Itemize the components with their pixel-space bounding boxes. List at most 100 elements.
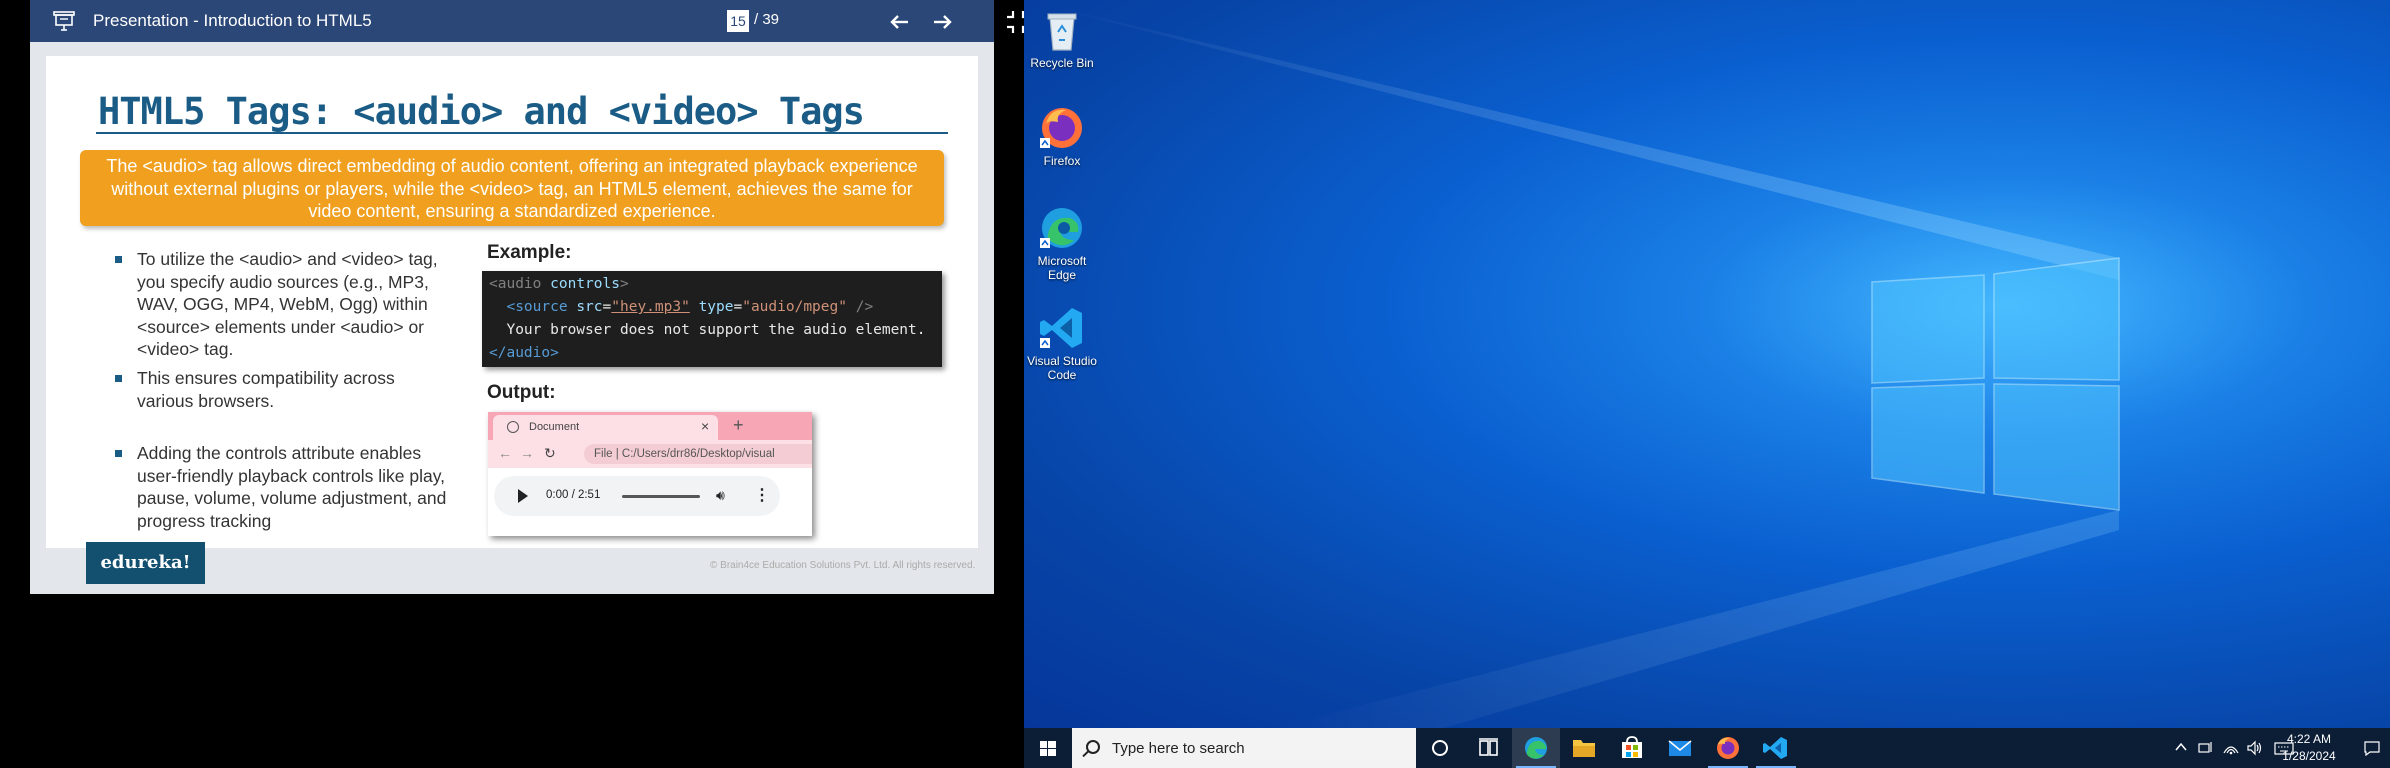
wifi-icon[interactable] [2222, 740, 2240, 759]
slide-title: HTML5 Tags: <audio> and <video> Tags [98, 90, 865, 133]
taskbar-search-input[interactable]: Type here to search [1072, 728, 1416, 768]
search-icon [1086, 740, 1100, 754]
cortana-button[interactable] [1416, 728, 1464, 768]
prev-slide-button[interactable] [886, 8, 914, 36]
volume-icon: 🔊︎ [716, 487, 725, 503]
globe-icon [507, 421, 519, 433]
bullet-square-icon [115, 375, 122, 382]
new-tab-icon: + [733, 415, 744, 435]
code-line-3: Your browser does not support the audio … [489, 319, 935, 342]
edge-icon [1038, 204, 1086, 252]
taskbar-store[interactable] [1608, 728, 1656, 768]
taskbar-edge[interactable] [1512, 728, 1560, 768]
desktop-icon-label: Recycle Bin [1030, 56, 1094, 70]
callout-box: The <audio> tag allows direct embedding … [80, 150, 944, 226]
code-token: Your browser does not support the audio … [506, 322, 926, 338]
code-token: "hey.mp3" [611, 299, 690, 315]
viewer-toolbar: Presentation - Introduction to HTML5 15 … [30, 0, 1029, 42]
arrow-right-icon [934, 15, 952, 29]
page-total: / 39 [754, 11, 780, 28]
tab-title: Document [529, 421, 580, 433]
search-placeholder: Type here to search [1112, 740, 1245, 757]
taskbar-vscode[interactable] [1752, 728, 1800, 768]
slide: HTML5 Tags: <audio> and <video> Tags The… [30, 42, 994, 594]
network-icon[interactable] [2198, 740, 2216, 759]
audio-time: 0:00 / 2:51 [546, 489, 601, 501]
code-line-1: <audio controls> [489, 273, 935, 296]
firefox-icon [1038, 104, 1086, 152]
windows-start-icon [1040, 741, 1056, 756]
taskbar-clock[interactable]: 4:22 AM 1/28/2024 [2274, 731, 2344, 765]
audio-player: 0:00 / 2:51 🔊︎ ⋮ [494, 476, 780, 516]
desktop-icon-label: Firefox [1043, 154, 1081, 168]
title-underline [96, 132, 948, 134]
cortana-circle-icon [1432, 740, 1448, 756]
code-line-2: <source src="hey.mp3" type="audio/mpeg" … [506, 299, 874, 315]
mail-icon [1668, 740, 1692, 756]
desktop-icon-firefox[interactable]: Firefox [1024, 104, 1100, 168]
clock-date: 1/28/2024 [2282, 749, 2336, 763]
chevron-up-icon[interactable] [2174, 740, 2188, 757]
folder-icon [1573, 740, 1595, 757]
presentation-icon [52, 9, 76, 33]
task-view-button[interactable] [1464, 728, 1512, 768]
bullet-item: Adding the controls attribute enables us… [105, 442, 455, 532]
vscode-icon [1763, 737, 1787, 759]
firefox-icon [1717, 737, 1739, 759]
desktop-icon-label: Visual Studio Code [1027, 354, 1097, 382]
taskbar: Type here to search 4:22 AM 1/28/2024 [1024, 728, 2390, 768]
taskbar-mail[interactable] [1656, 728, 1704, 768]
taskbar-file-explorer[interactable] [1560, 728, 1608, 768]
browser-tab-strip: Document × + [488, 412, 812, 440]
presentation-title: Presentation - Introduction to HTML5 [93, 11, 372, 30]
code-token: "audio/mpeg" [742, 299, 847, 315]
reload-icon: ↻ [544, 445, 556, 461]
bullet-item: To utilize the <audio> and <video> tag, … [105, 248, 455, 361]
edureka-logo: edureka! [86, 542, 205, 584]
desktop-icon-edge[interactable]: Microsoft Edge [1024, 204, 1100, 282]
volume-icon[interactable] [2246, 740, 2264, 759]
taskbar-firefox[interactable] [1704, 728, 1752, 768]
code-block: <audio controls> <source src="hey.mp3" t… [482, 271, 942, 367]
vscode-icon [1038, 304, 1086, 352]
bullet-square-icon [115, 256, 122, 263]
notification-icon[interactable] [2364, 740, 2380, 761]
arrow-left-icon [890, 15, 908, 29]
seek-bar [622, 495, 700, 498]
desktop: Recycle Bin Firefox Microsoft Edge Visua… [1024, 0, 2390, 728]
store-bag-icon [1622, 736, 1642, 758]
desktop-icon-vscode[interactable]: Visual Studio Code [1024, 304, 1100, 382]
back-icon: ← [498, 445, 512, 461]
presentation-viewer: Presentation - Introduction to HTML5 15 … [0, 0, 1029, 768]
code-token: type [698, 299, 734, 315]
output-label: Output: [487, 382, 556, 403]
recycle-bin-icon [1038, 6, 1086, 54]
browser-address-row: ← → ↻ File | C:/Users/drr86/Desktop/visu… [488, 440, 812, 468]
code-token: controls [550, 276, 620, 292]
copyright-text: © Brain4ce Education Solutions Pvt. Ltd.… [710, 560, 976, 571]
code-token: src [576, 299, 603, 315]
code-token: <audio [489, 276, 542, 292]
close-icon: × [701, 418, 710, 434]
task-view-icon [1479, 738, 1498, 756]
code-line-4: </audio> [489, 342, 935, 365]
forward-icon: → [520, 445, 534, 461]
more-options-icon: ⋮ [754, 487, 770, 504]
next-slide-button[interactable] [928, 8, 956, 36]
browser-screenshot: Document × + ← → ↻ File | C:/Users/drr86… [488, 412, 812, 536]
browser-tab: Document × [493, 415, 718, 440]
code-token: <source [506, 299, 568, 315]
wallpaper-windows-logo [1024, 0, 2120, 728]
bullet-text: Adding the controls attribute enables us… [137, 443, 447, 531]
address-bar: File | C:/Users/drr86/Desktop/visual [584, 444, 812, 464]
bullet-text: To utilize the <audio> and <video> tag, … [137, 249, 438, 359]
clock-time: 4:22 AM [2286, 732, 2332, 746]
page-number-input[interactable]: 15 [727, 10, 749, 32]
code-token: /> [855, 299, 874, 315]
bullet-text: This ensures compatibility across variou… [137, 368, 395, 411]
start-button[interactable] [1024, 728, 1072, 768]
desktop-icon-recycle-bin[interactable]: Recycle Bin [1024, 6, 1100, 70]
code-token: > [619, 276, 629, 292]
bullet-square-icon [115, 450, 122, 457]
bullet-item: This ensures compatibility across variou… [105, 367, 455, 412]
